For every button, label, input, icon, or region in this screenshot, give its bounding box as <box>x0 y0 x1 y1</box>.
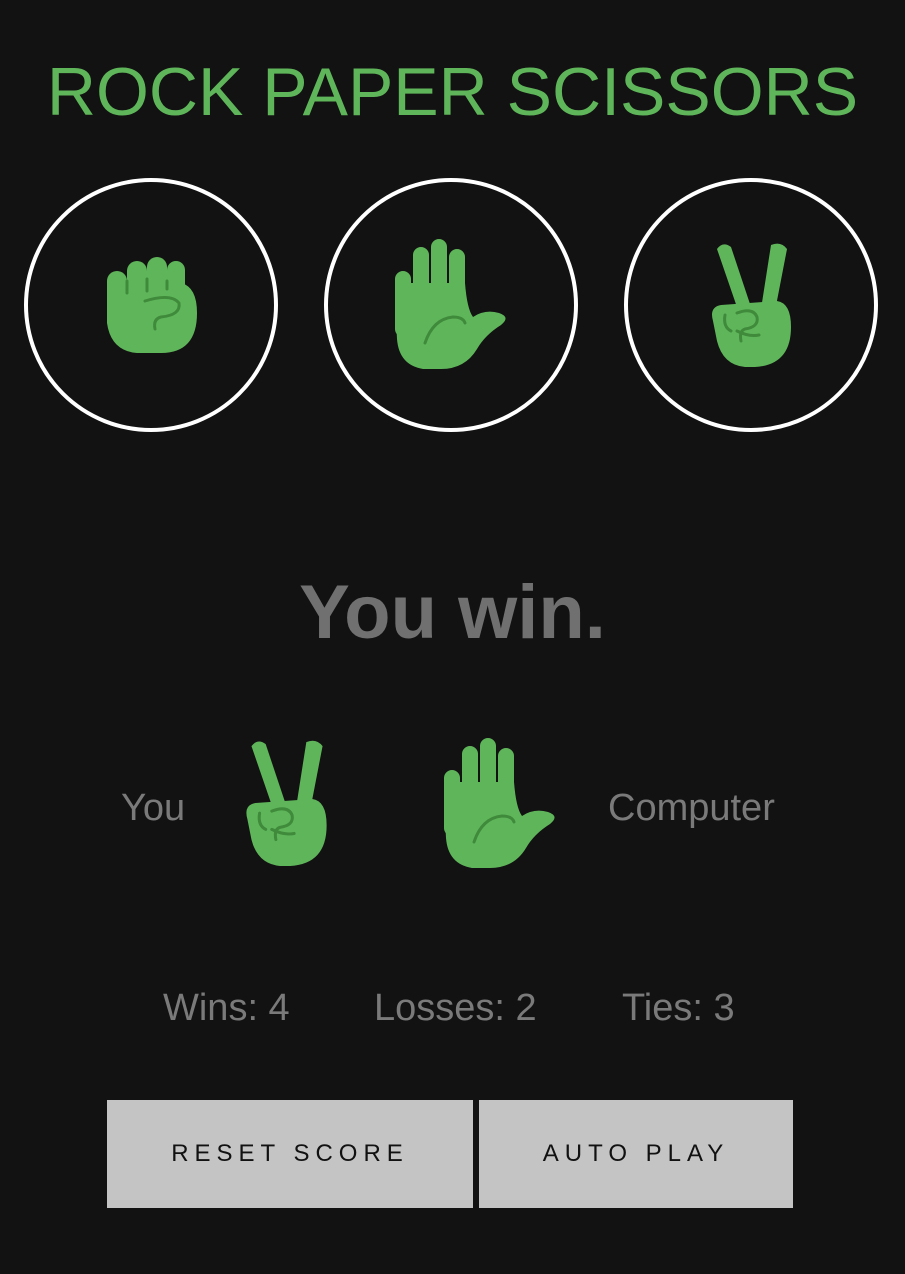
player-move <box>236 738 336 873</box>
auto-play-button[interactable]: AUTO PLAY <box>479 1100 793 1208</box>
rock-button[interactable] <box>24 178 278 432</box>
paper-button[interactable] <box>324 178 578 432</box>
scissors-button[interactable] <box>624 178 878 432</box>
ties-count: Ties: 3 <box>622 987 735 1029</box>
computer-move <box>436 738 564 875</box>
computer-label: Computer <box>608 787 775 829</box>
wins-count: Wins: 4 <box>163 987 290 1029</box>
player-label: You <box>121 787 186 829</box>
game-title: ROCK PAPER SCISSORS <box>46 54 859 130</box>
raised-fist-icon <box>107 257 197 353</box>
losses-count: Losses: 2 <box>374 987 537 1029</box>
victory-hand-icon <box>246 740 327 866</box>
result-message: You win. <box>299 570 606 655</box>
raised-hand-icon <box>444 738 555 868</box>
raised-hand-icon <box>395 239 506 369</box>
rps-game-page: ROCK PAPER SCISSORS You win. You Compute… <box>0 0 905 1274</box>
reset-score-button[interactable]: RESET SCORE <box>107 1100 473 1208</box>
victory-hand-icon <box>712 243 791 367</box>
